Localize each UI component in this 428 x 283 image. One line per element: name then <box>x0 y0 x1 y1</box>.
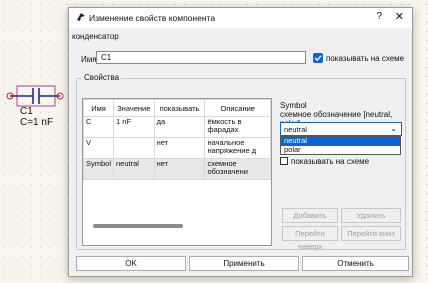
symbol-show-label[interactable]: показывать на схеме <box>291 157 369 166</box>
show-on-schematic-label[interactable]: показывать на схеме <box>326 54 404 63</box>
show-on-schematic-checkbox[interactable] <box>313 53 323 63</box>
table-row[interactable]: C 1 nF да ёмкость в фарадах <box>83 116 271 138</box>
column-header[interactable]: показывать <box>153 99 206 117</box>
cell-value[interactable]: neutral <box>113 158 155 180</box>
cell-name[interactable]: V <box>83 137 115 159</box>
column-header[interactable]: Значение <box>113 99 155 117</box>
ok-button[interactable]: OK <box>76 256 186 271</box>
delete-button[interactable]: Удалить <box>341 208 401 223</box>
symbol-select-value: neutral <box>284 125 307 134</box>
apply-button[interactable]: Применить <box>189 256 299 271</box>
horizontal-scrollbar[interactable] <box>93 224 183 228</box>
table-row[interactable]: V нет начальное напряжение д <box>83 137 271 159</box>
properties-table[interactable]: Имя Значение показывать Описание C 1 nF … <box>82 98 272 246</box>
name-input[interactable]: C1 <box>96 51 306 64</box>
cell-description[interactable]: ёмкость в фарадах <box>204 116 271 138</box>
component-properties-dialog: Изменение свойств компонента ? ✕ конденс… <box>68 7 413 277</box>
properties-title: Свойства <box>82 73 122 82</box>
checkmark-icon <box>314 55 322 62</box>
move-down-button[interactable]: Перейти вниз <box>341 226 401 241</box>
component-value-label[interactable]: C=1 nF <box>20 117 53 128</box>
cell-description[interactable]: начальное напряжение д <box>204 137 271 159</box>
app-icon <box>77 13 85 21</box>
chevron-down-icon: ⌄ <box>390 124 397 133</box>
add-button[interactable]: Добавить <box>282 208 338 223</box>
symbol-label: Symbol <box>280 101 307 110</box>
dialog-title: Изменение свойств компонента <box>89 13 216 23</box>
cell-show[interactable]: нет <box>153 158 206 180</box>
cell-description[interactable]: схемное обозначени <box>204 158 271 180</box>
cell-show[interactable]: нет <box>153 137 206 159</box>
help-icon[interactable]: ? <box>376 11 382 22</box>
cancel-button[interactable]: Отменить <box>302 256 409 271</box>
symbol-show-checkbox[interactable] <box>280 157 288 165</box>
component-type-title: конденсатор <box>72 32 119 41</box>
move-up-button[interactable]: Перейти наверх <box>282 226 338 251</box>
column-header[interactable]: Имя <box>83 99 115 117</box>
dialog-titlebar[interactable]: Изменение свойств компонента ? ✕ <box>69 8 412 28</box>
symbol-select[interactable]: neutral ⌄ <box>280 122 402 136</box>
component-name-label[interactable]: C1 <box>20 106 33 117</box>
cell-name[interactable]: C <box>83 116 115 138</box>
symbol-dropdown-list[interactable]: neutral polar <box>280 136 401 155</box>
close-icon[interactable]: ✕ <box>395 10 404 23</box>
capacitor-symbol[interactable] <box>0 0 70 283</box>
properties-group: Свойства Имя Значение показывать Описани… <box>76 73 406 251</box>
cell-value[interactable]: 1 nF <box>113 116 155 138</box>
table-header-row: Имя Значение показывать Описание <box>83 99 271 117</box>
column-header[interactable]: Описание <box>204 99 271 117</box>
cell-value[interactable] <box>113 137 155 159</box>
cell-show[interactable]: да <box>153 116 206 138</box>
table-row[interactable]: Symbol neutral нет схемное обозначени <box>83 158 271 180</box>
cell-name[interactable]: Symbol <box>83 158 115 180</box>
symbol-option[interactable]: polar <box>281 145 400 155</box>
